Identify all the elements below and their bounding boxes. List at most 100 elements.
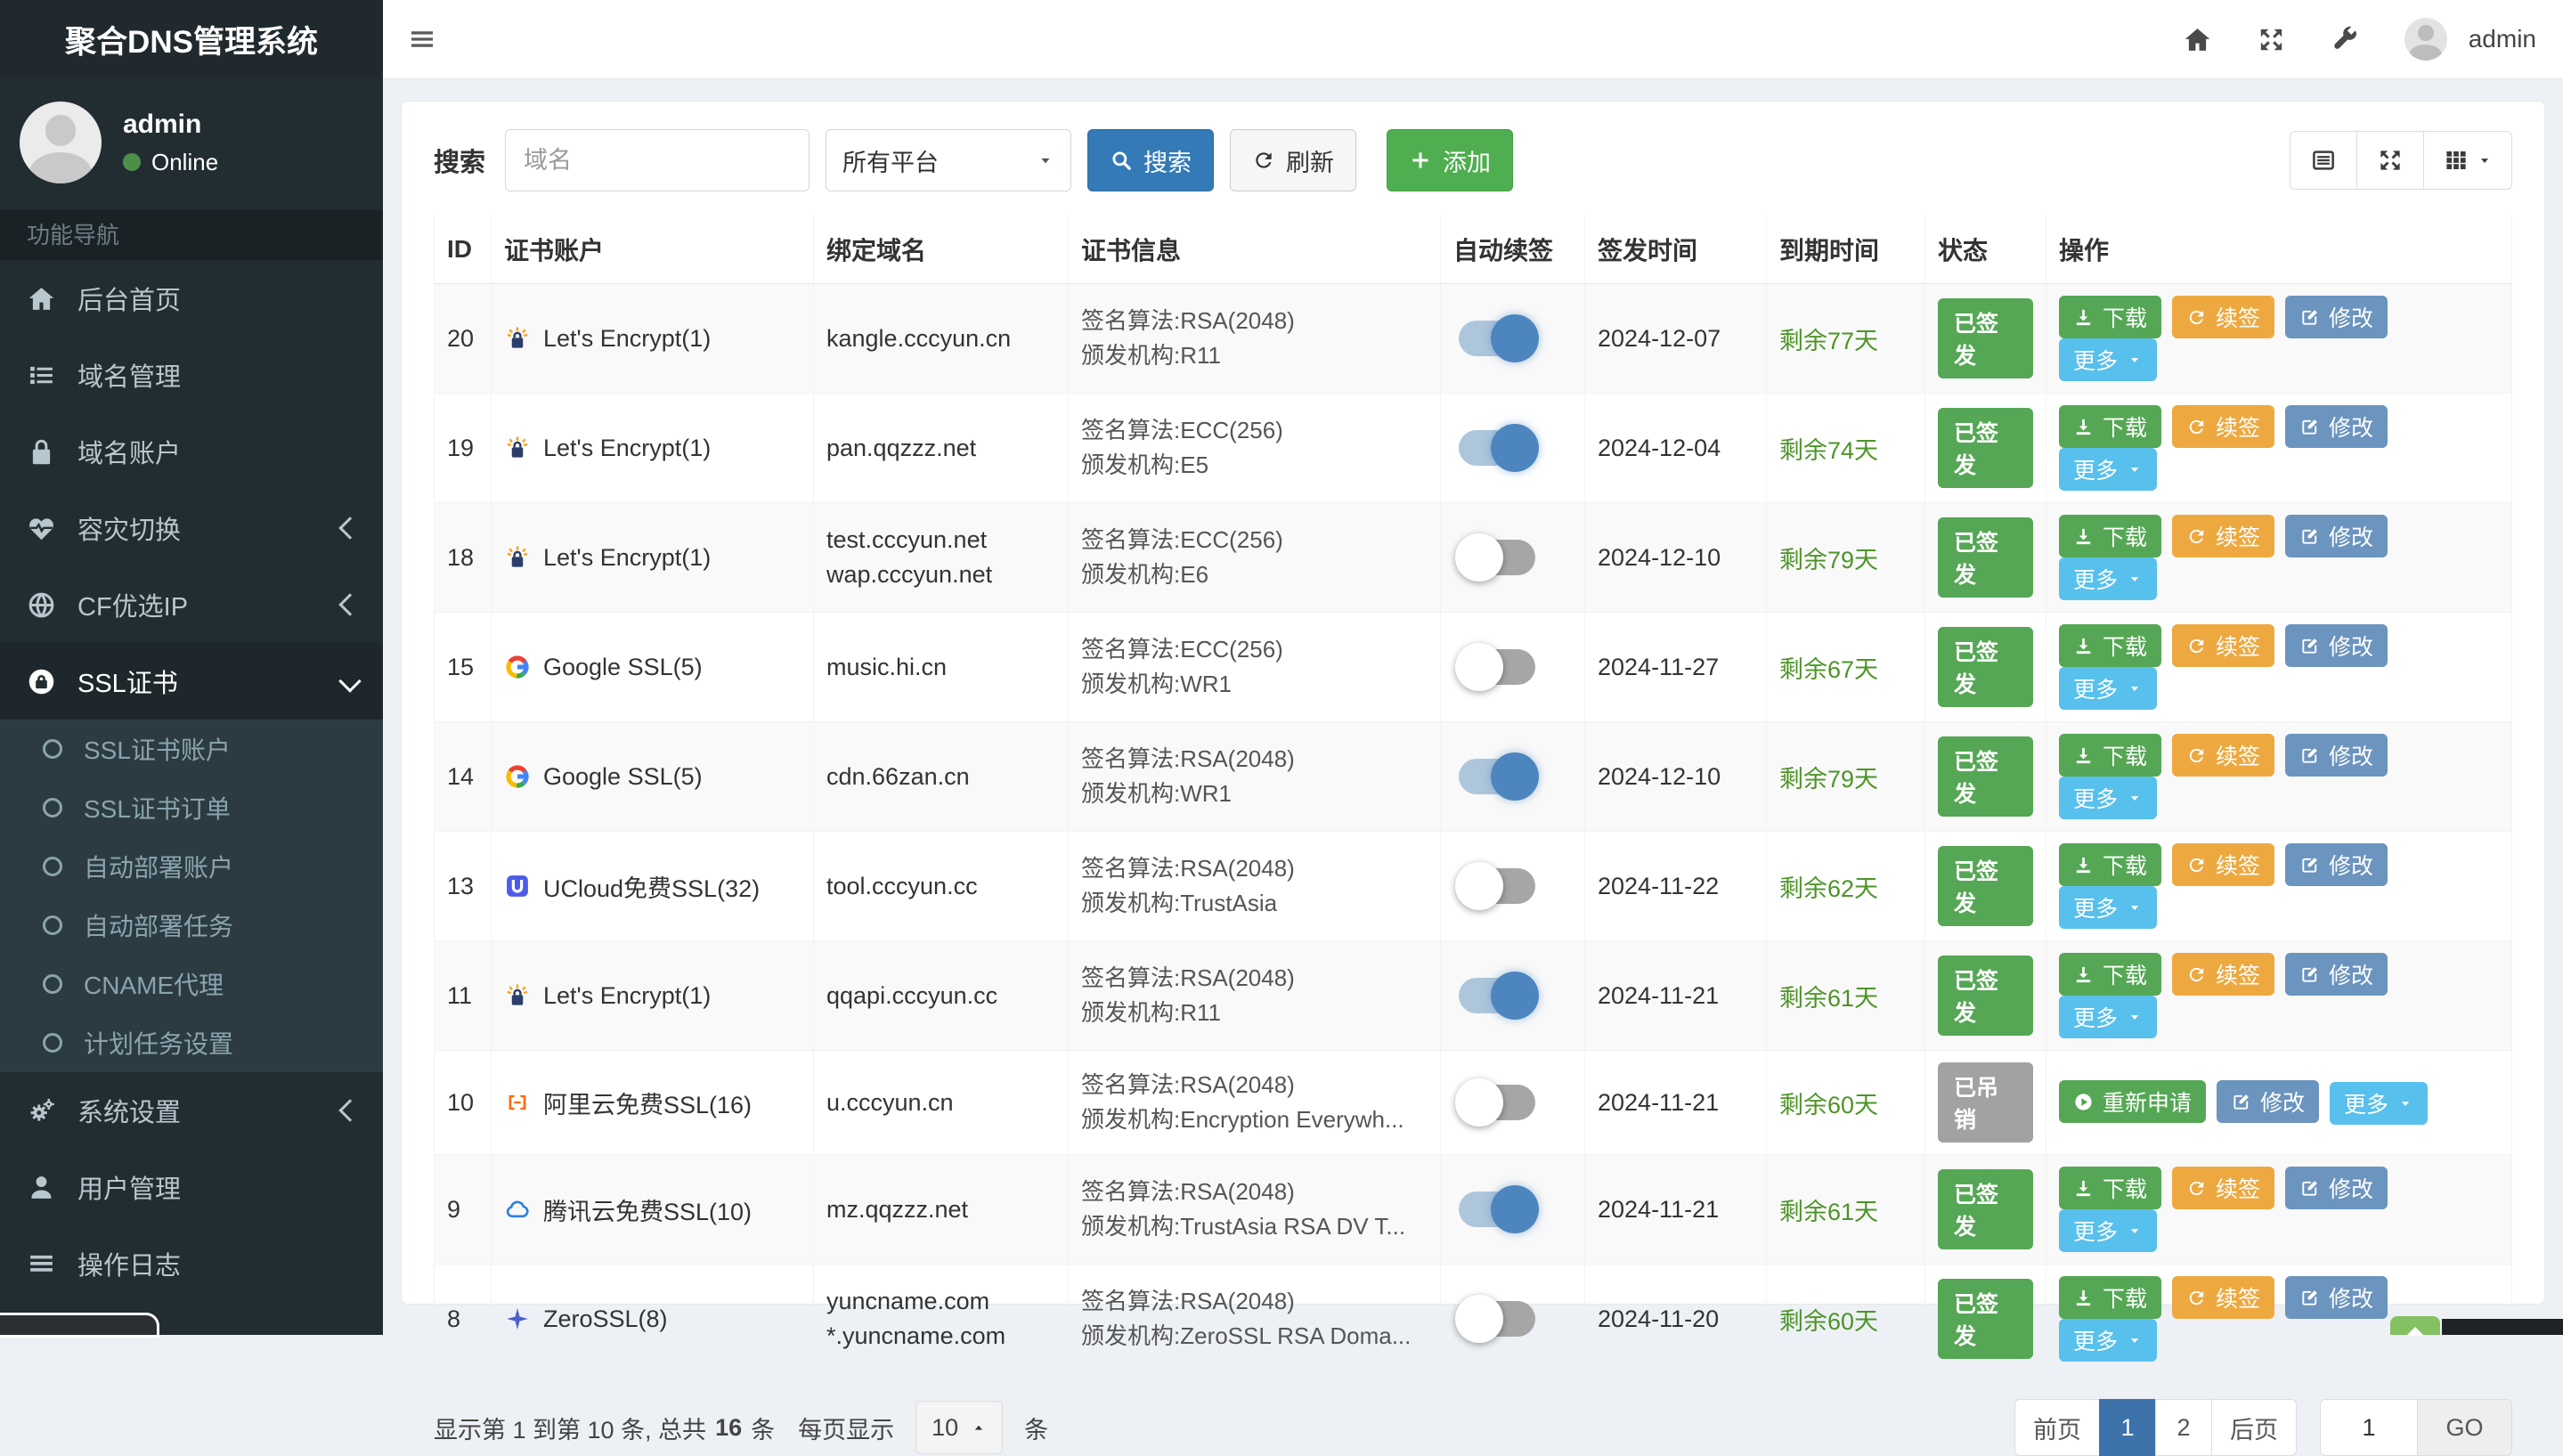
page-button-1[interactable]: 1 xyxy=(2099,1399,2156,1456)
auto-renew-toggle[interactable] xyxy=(1459,972,1539,1020)
expire-days: 剩余61天 xyxy=(1779,984,1879,1012)
plus-icon xyxy=(1409,149,1432,172)
sidebar-subitem-3[interactable]: 自动部署任务 xyxy=(0,896,383,955)
prev-page-button[interactable]: 前页 xyxy=(2014,1399,2100,1456)
platform-select[interactable]: 所有平台 xyxy=(826,129,1072,191)
edit-button[interactable]: 修改 xyxy=(2285,296,2388,338)
edit-button[interactable]: 修改 xyxy=(2217,1080,2320,1124)
sidebar-item-user[interactable]: 用户管理 xyxy=(0,1149,383,1225)
more-button[interactable]: 更多 xyxy=(2059,667,2158,710)
more-button[interactable]: 更多 xyxy=(2059,777,2158,819)
download-button[interactable]: 下载 xyxy=(2059,843,2162,886)
sidebar-item-globe[interactable]: CF优选IP xyxy=(0,566,383,643)
user-status[interactable]: Online xyxy=(123,149,218,176)
edit-button[interactable]: 修改 xyxy=(2285,1276,2388,1319)
renew-button[interactable]: 续签 xyxy=(2172,515,2275,557)
detail-view-button[interactable] xyxy=(2290,131,2357,190)
more-button[interactable]: 更多 xyxy=(2059,886,2158,929)
sidebar-item-lock[interactable]: 域名账户 xyxy=(0,413,383,490)
more-button[interactable]: 更多 xyxy=(2059,1209,2158,1252)
sidebar-item-ssl[interactable]: SSL证书 xyxy=(0,643,383,720)
sidebar-item-log[interactable]: 操作日志 xyxy=(0,1225,383,1302)
renew-button[interactable]: 续签 xyxy=(2172,1167,2275,1209)
columns-button[interactable] xyxy=(2423,131,2512,190)
renew-button[interactable]: 续签 xyxy=(2172,624,2275,667)
auto-renew-toggle[interactable] xyxy=(1459,752,1539,801)
download-button[interactable]: 下载 xyxy=(2059,624,2162,667)
download-button[interactable]: 下载 xyxy=(2059,734,2162,777)
tencent-icon xyxy=(504,1196,531,1223)
more-button[interactable]: 更多 xyxy=(2059,448,2158,491)
renew-button[interactable]: 续签 xyxy=(2172,953,2275,996)
renew-button-label: 续签 xyxy=(2216,744,2261,769)
edit-button[interactable]: 修改 xyxy=(2285,843,2388,886)
download-icon xyxy=(2073,964,2094,985)
table-fullscreen-button[interactable] xyxy=(2356,131,2424,190)
sidebar-subitem-2[interactable]: 自动部署账户 xyxy=(0,837,383,896)
page-button-2[interactable]: 2 xyxy=(2155,1399,2212,1456)
edit-button[interactable]: 修改 xyxy=(2285,624,2388,667)
more-button[interactable]: 更多 xyxy=(2059,996,2158,1038)
back-to-top-button[interactable] xyxy=(2390,1316,2440,1335)
next-page-button[interactable]: 后页 xyxy=(2211,1399,2297,1456)
renew-button-label: 续签 xyxy=(2216,635,2261,660)
domain-search-input[interactable] xyxy=(505,129,810,191)
auto-renew-toggle[interactable] xyxy=(1455,643,1535,691)
sidebar-item-gears[interactable]: 系统设置 xyxy=(0,1072,383,1149)
sidebar-subitem-0[interactable]: SSL证书账户 xyxy=(0,720,383,778)
add-button[interactable]: 添加 xyxy=(1387,129,1514,191)
auto-renew-toggle[interactable] xyxy=(1459,314,1539,362)
more-button-label: 更多 xyxy=(2073,459,2119,484)
navbar-username[interactable]: admin xyxy=(2469,25,2536,53)
sidebar-item-list[interactable]: 域名管理 xyxy=(0,337,383,413)
download-button[interactable]: 下载 xyxy=(2059,405,2162,448)
goto-page-input[interactable] xyxy=(2320,1399,2418,1456)
edit-icon xyxy=(2299,1178,2320,1199)
renew-button[interactable]: 续签 xyxy=(2172,405,2275,448)
sidebar-item-label: 操作日志 xyxy=(77,1252,182,1281)
reapply-button[interactable]: 重新申请 xyxy=(2059,1080,2207,1124)
auto-renew-toggle[interactable] xyxy=(1455,1078,1535,1127)
navbar-avatar[interactable] xyxy=(2404,18,2447,61)
download-button[interactable]: 下载 xyxy=(2059,1276,2162,1319)
edit-button[interactable]: 修改 xyxy=(2285,1167,2388,1209)
download-button[interactable]: 下载 xyxy=(2059,953,2162,996)
auto-renew-toggle[interactable] xyxy=(1455,533,1535,582)
download-button[interactable]: 下载 xyxy=(2059,515,2162,557)
sidebar-toggle-button[interactable] xyxy=(406,23,438,55)
sidebar-item-heartbeat[interactable]: 容灾切换 xyxy=(0,490,383,566)
renew-button[interactable]: 续签 xyxy=(2172,1276,2275,1319)
refresh-button[interactable]: 刷新 xyxy=(1230,129,1357,191)
fullscreen-button[interactable] xyxy=(2257,25,2286,54)
cell-cert-info: 签名算法:RSA(2048) 颁发机构:TrustAsia xyxy=(1068,831,1441,941)
lock-icon xyxy=(27,437,56,467)
edit-button[interactable]: 修改 xyxy=(2285,515,2388,557)
sidebar-subitem-5[interactable]: 计划任务设置 xyxy=(0,1013,383,1072)
renew-button[interactable]: 续签 xyxy=(2172,296,2275,338)
more-button[interactable]: 更多 xyxy=(2059,1319,2158,1362)
cell-auto-renew xyxy=(1440,612,1585,722)
renew-button[interactable]: 续签 xyxy=(2172,843,2275,886)
sidebar-subitem-1[interactable]: SSL证书订单 xyxy=(0,778,383,837)
tools-button[interactable] xyxy=(2331,25,2360,54)
sidebar-item-home[interactable]: 后台首页 xyxy=(0,260,383,337)
download-button[interactable]: 下载 xyxy=(2059,296,2162,338)
edit-button[interactable]: 修改 xyxy=(2285,734,2388,777)
auto-renew-toggle[interactable] xyxy=(1455,862,1535,910)
search-button[interactable]: 搜索 xyxy=(1087,129,1215,191)
more-button[interactable]: 更多 xyxy=(2059,338,2158,381)
sidebar-subitem-4[interactable]: CNAME代理 xyxy=(0,955,383,1013)
renew-button[interactable]: 续签 xyxy=(2172,734,2275,777)
home-button[interactable] xyxy=(2183,25,2212,54)
edit-button[interactable]: 修改 xyxy=(2285,953,2388,996)
download-button[interactable]: 下载 xyxy=(2059,1167,2162,1209)
more-button[interactable]: 更多 xyxy=(2330,1081,2429,1125)
go-button[interactable]: GO xyxy=(2418,1399,2512,1456)
cell-domains: u.cccyun.cn xyxy=(813,1050,1069,1155)
per-page-select[interactable]: 10 xyxy=(915,1401,1004,1454)
auto-renew-toggle[interactable] xyxy=(1459,424,1539,472)
auto-renew-toggle[interactable] xyxy=(1459,1185,1539,1233)
edit-button[interactable]: 修改 xyxy=(2285,405,2388,448)
auto-renew-toggle[interactable] xyxy=(1455,1295,1535,1343)
more-button[interactable]: 更多 xyxy=(2059,557,2158,600)
